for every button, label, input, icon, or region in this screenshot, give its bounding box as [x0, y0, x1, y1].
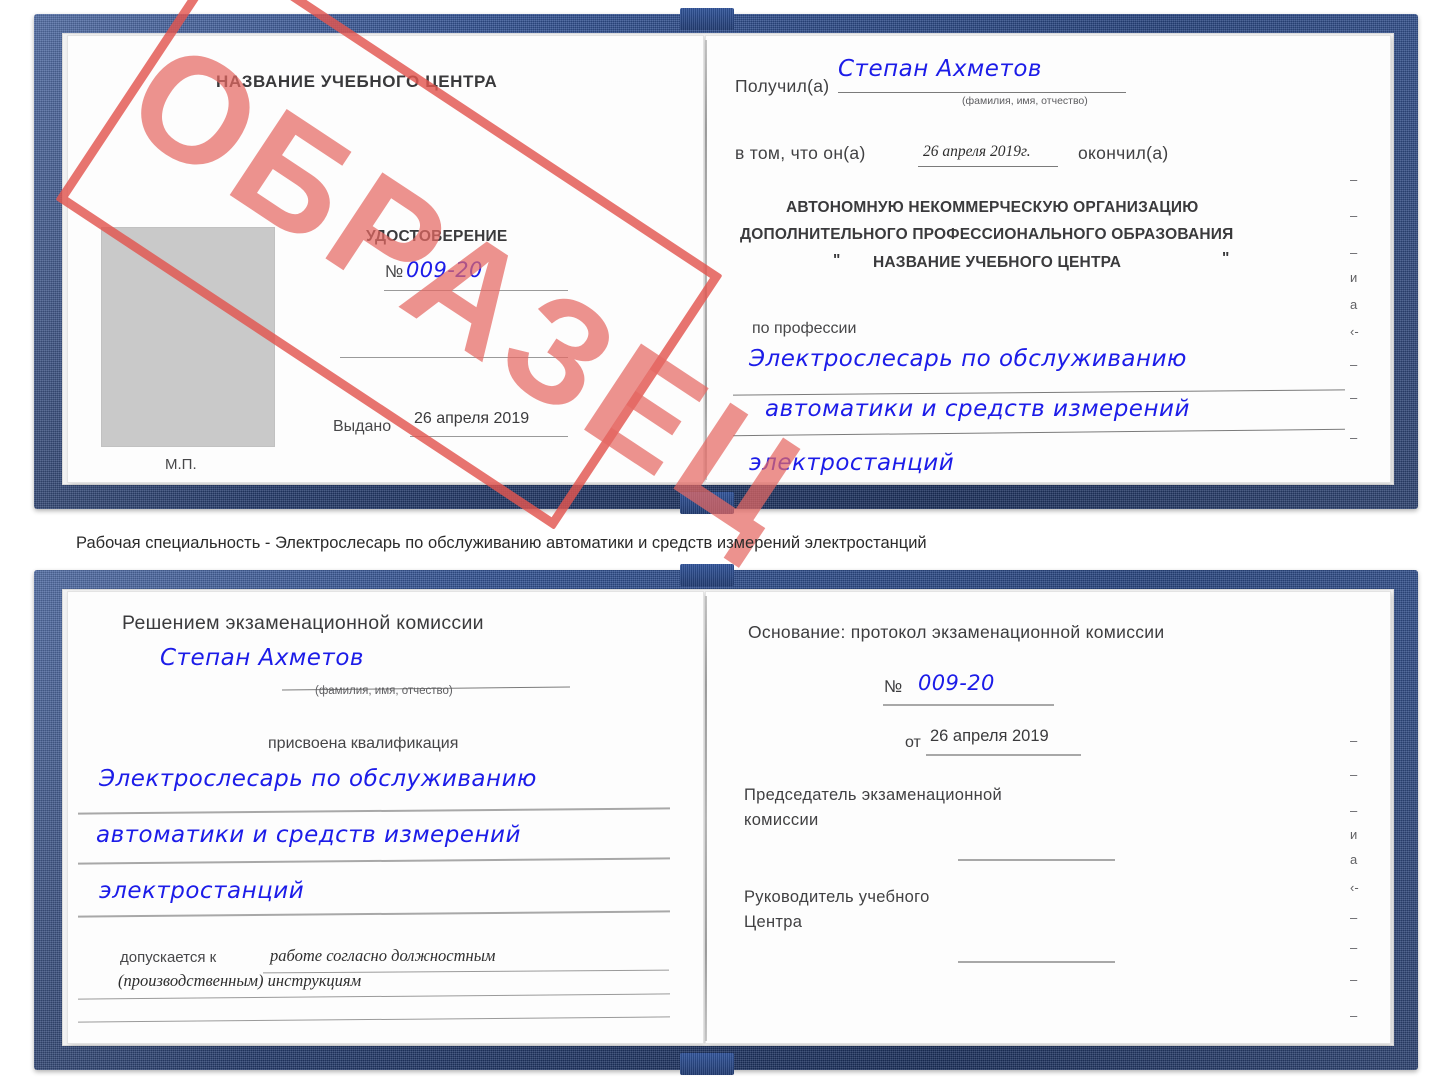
cert1-doc-type: УДОСТОВЕРЕНИЕ — [366, 228, 508, 245]
cert2-name-value: Степан Ахметов — [160, 645, 364, 671]
cert2-edge-fragment-3: и — [1350, 827, 1358, 842]
cert1-seal-label: М.П. — [165, 456, 197, 473]
cert2-chairman-line2: комиссии — [744, 811, 819, 829]
cert2-number-value: 009-20 — [918, 671, 995, 695]
cert2-qualification-line1: Электрослесарь по обслуживанию — [99, 766, 537, 792]
cert2-head-signature-rule — [958, 961, 1115, 963]
cert2-chairman-signature-rule — [958, 859, 1115, 861]
cert1-issued-value: 26 апреля 2019 — [414, 410, 530, 427]
cert1-org-line1: АВТОНОМНУЮ НЕКОММЕРЧЕСКУЮ ОРГАНИЗАЦИЮ — [786, 199, 1199, 216]
cert2-edge-fragment-5: ‹- — [1350, 880, 1359, 895]
cert1-name-hint: (фамилия, имя, отчество) — [962, 95, 1088, 107]
cert2-number-rule — [883, 704, 1054, 706]
cert2-qualification-line2: автоматики и средств измерений — [96, 822, 521, 848]
page-caption: Рабочая специальность - Электрослесарь п… — [76, 534, 927, 552]
cert1-finished-label: окончил(а) — [1078, 143, 1169, 163]
certificate-one-tab-top — [680, 8, 734, 30]
cert2-chairman-line1: Председатель экзаменационной — [744, 786, 1003, 804]
cert1-number-rule — [384, 290, 568, 291]
cert1-issued-rule — [410, 436, 568, 437]
cert1-profession-line1: Электрослесарь по обслуживанию — [749, 346, 1187, 372]
cert1-edge-fragment-5: ‹- — [1350, 324, 1359, 339]
cert2-qualification-line3: электростанций — [99, 878, 305, 904]
cert1-number-value: 009-20 — [406, 258, 483, 282]
cert2-edge-fragment-8: – — [1350, 972, 1358, 987]
cert1-completion-rule — [918, 166, 1058, 167]
certificate-two-tab-top — [680, 564, 734, 586]
cert1-number-symbol: № — [385, 262, 404, 281]
cert1-edge-fragment-3: и — [1350, 270, 1358, 285]
cert2-edge-fragment-9: – — [1350, 1008, 1358, 1023]
cert2-basis-label: Основание: протокол экзаменационной коми… — [748, 622, 1165, 642]
cert2-name-hint: (фамилия, имя, отчество) — [315, 685, 453, 697]
cert1-edge-fragment-7: – — [1350, 390, 1358, 405]
cert1-profession-label: по профессии — [752, 320, 857, 337]
cert1-completion-date: 26 апреля 2019г. — [923, 143, 1031, 160]
cert1-edge-fragment-8: – — [1350, 430, 1358, 445]
certificate-one-spine — [705, 40, 707, 480]
certificate-two-spine — [705, 596, 707, 1041]
certificate-sample-image: НАЗВАНИЕ УЧЕБНОГО ЦЕНТРА УДОСТОВЕРЕНИЕ №… — [0, 0, 1448, 1085]
cert2-heading: Решением экзаменационной комиссии — [122, 612, 484, 634]
cert1-received-value: Степан Ахметов — [838, 56, 1042, 82]
certificate-two-tab-bottom — [680, 1053, 734, 1075]
cert2-head-line2: Центра — [744, 913, 803, 931]
cert1-photo-placeholder — [102, 228, 274, 446]
cert1-received-label: Получил(а) — [735, 76, 830, 96]
cert1-inthat-label: в том, что он(а) — [735, 143, 866, 163]
cert2-from-label: от — [905, 734, 921, 751]
cert2-edge-fragment-6: – — [1350, 910, 1358, 925]
cert1-edge-fragment-2: – — [1350, 245, 1358, 260]
cert2-edge-fragment-2: – — [1350, 803, 1358, 818]
cert1-received-rule — [838, 92, 1126, 93]
cert1-org-name: НАЗВАНИЕ УЧЕБНОГО ЦЕНТРА — [873, 254, 1122, 271]
cert1-org-quote-close: " — [1222, 250, 1230, 267]
cert2-admitted-label: допускается к — [120, 949, 217, 966]
cert1-profession-line2: автоматики и средств измерений — [765, 396, 1190, 422]
cert1-blank-rule — [340, 357, 568, 358]
cert1-org-quote-open: " — [833, 252, 841, 269]
cert1-edge-fragment-0: – — [1350, 172, 1358, 187]
cert2-qualification-label: присвоена квалификация — [268, 735, 459, 752]
cert2-head-line1: Руководитель учебного — [744, 888, 930, 906]
cert1-issued-label: Выдано — [333, 418, 392, 435]
cert1-edge-fragment-4: а — [1350, 297, 1358, 312]
cert1-org-line2: ДОПОЛНИТЕЛЬНОГО ПРОФЕССИОНАЛЬНОГО ОБРАЗО… — [740, 226, 1234, 243]
cert1-left-heading: НАЗВАНИЕ УЧЕБНОГО ЦЕНТРА — [216, 72, 498, 91]
cert2-from-rule — [926, 754, 1081, 756]
cert2-admitted-value-line2: (производственным) инструкциям — [118, 971, 362, 990]
certificate-one-tab-bottom — [680, 492, 734, 514]
cert2-edge-fragment-1: – — [1350, 767, 1358, 782]
cert2-edge-fragment-4: а — [1350, 852, 1358, 867]
cert2-admitted-value-line1: работе согласно должностным — [270, 946, 496, 965]
cert2-edge-fragment-7: – — [1350, 940, 1358, 955]
cert2-from-value: 26 апреля 2019 — [930, 727, 1049, 745]
cert1-edge-fragment-1: – — [1350, 208, 1358, 223]
cert1-edge-fragment-6: – — [1350, 357, 1358, 372]
cert2-number-symbol: № — [884, 677, 903, 696]
cert2-edge-fragment-0: – — [1350, 733, 1358, 748]
cert1-profession-line3: электростанций — [749, 450, 955, 476]
